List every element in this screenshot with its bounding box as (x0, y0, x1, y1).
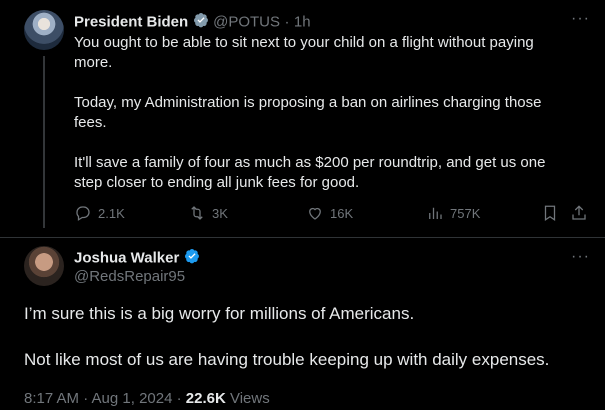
speech-bubble-icon (76, 206, 90, 221)
avatar-president-biden[interactable] (24, 10, 64, 50)
tweet-paragraph: Today, my Administration is proposing a … (74, 94, 542, 131)
author-handle[interactable]: @POTUS (213, 14, 280, 31)
reply-paragraph: Not like most of us are having trouble k… (24, 350, 550, 369)
tweet-text: You ought to be able to sit next to your… (74, 33, 574, 213)
reply-paragraph: I’m sure this is a big worry for million… (24, 304, 415, 323)
reply-author-name[interactable]: Joshua Walker (74, 250, 179, 267)
verified-badge-gray-icon (193, 12, 209, 33)
divider (0, 237, 605, 238)
reply-count: 2.1K (98, 205, 125, 221)
author-name[interactable]: President Biden (74, 14, 188, 31)
like-button[interactable]: 16K (306, 204, 353, 222)
share-upload-icon (572, 205, 586, 220)
bookmark-button[interactable] (541, 204, 559, 222)
reply-timestamp[interactable]: 8:17 AM · Aug 1, 2024 · (24, 390, 186, 407)
reply-metadata: 8:17 AM · Aug 1, 2024 · 22.6K Views (24, 390, 270, 407)
tweet-time[interactable]: 1h (294, 14, 311, 31)
bookmark-icon (544, 205, 556, 221)
share-button[interactable] (570, 204, 588, 222)
reply-views-label: Views (229, 390, 270, 407)
separator-dot: · (284, 13, 290, 31)
views-button[interactable]: 757K (426, 204, 480, 222)
repost-count: 3K (212, 205, 228, 221)
avatar-joshua-walker[interactable] (24, 246, 64, 286)
verified-badge-blue-icon (184, 248, 200, 269)
bar-chart-icon (429, 207, 442, 219)
reply-text: I’m sure this is a big worry for million… (24, 302, 594, 394)
view-count: 757K (450, 205, 481, 221)
repost-button[interactable]: 3K (188, 204, 228, 222)
like-count: 16K (330, 205, 354, 221)
more-options-icon[interactable]: ··· (571, 248, 590, 266)
repost-arrows-icon (191, 206, 203, 220)
reply-header: Joshua Walker (74, 248, 200, 269)
tweet-paragraph: It'll save a family of four as much as $… (74, 154, 546, 191)
more-options-icon[interactable]: ··· (571, 10, 590, 28)
reply-author-handle[interactable]: @RedsRepair95 (74, 268, 185, 285)
tweet-paragraph: You ought to be able to sit next to your… (74, 34, 534, 71)
tweet-header: President Biden @POTUS · 1h (74, 12, 311, 33)
tweet-action-bar: 2.1K 3K 16K 757K (74, 204, 594, 224)
reply-view-count: 22.6K (185, 390, 226, 407)
thread-connector-line (43, 56, 45, 228)
heart-icon (309, 207, 321, 220)
reply-button[interactable]: 2.1K (74, 204, 125, 222)
